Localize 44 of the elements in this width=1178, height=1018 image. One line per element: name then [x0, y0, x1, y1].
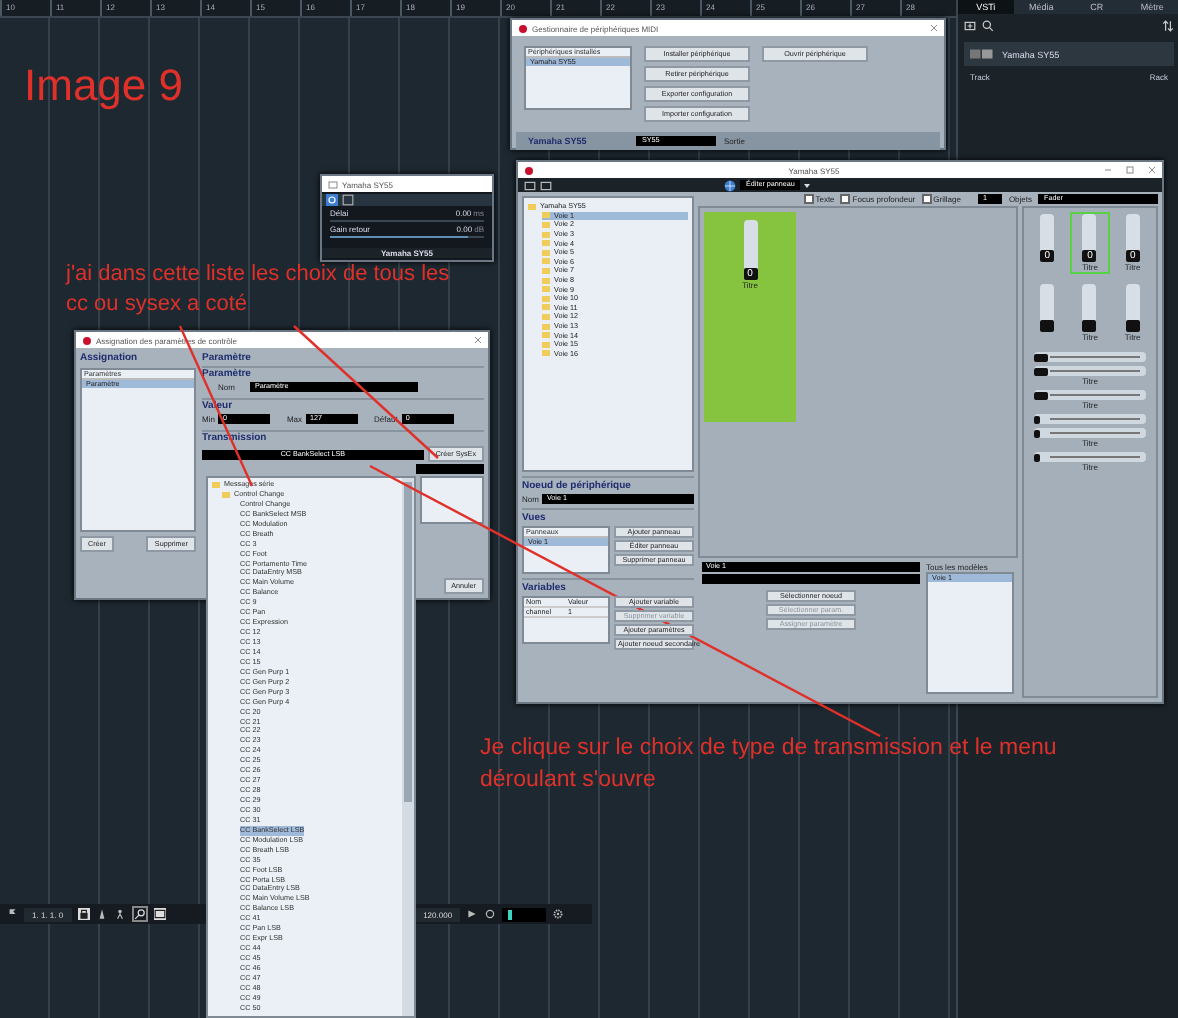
app-logo-icon: [524, 165, 534, 175]
checkbox[interactable]: [840, 194, 851, 204]
parameter-field[interactable]: [702, 574, 920, 584]
window-icon: [328, 179, 338, 189]
annotation-text: j'ai dans cette liste les choix de tous les cc ou sysex a coté: [66, 260, 452, 321]
fader-handle[interactable]: [1040, 320, 1055, 332]
add-track-icon[interactable]: [964, 20, 976, 32]
close-icon[interactable]: [474, 336, 482, 344]
lock-icon[interactable]: [77, 908, 90, 920]
data-list: [420, 476, 484, 524]
data-field[interactable]: [416, 464, 484, 474]
fader[interactable]: [1125, 284, 1140, 332]
close-icon[interactable]: [1148, 166, 1156, 174]
marker-icon[interactable]: [6, 908, 18, 920]
gear-icon[interactable]: [552, 908, 565, 920]
horizontal-fader[interactable]: [1034, 390, 1146, 400]
checkbox[interactable]: [803, 194, 814, 204]
grid-icon[interactable]: [342, 194, 354, 206]
annotation-text: Je clique sur le choix de type de transmission et le menu déroulant s'ouvre: [480, 734, 1059, 797]
globe-icon[interactable]: [724, 179, 736, 191]
fader-handle[interactable]: [1125, 320, 1140, 332]
level-meter: [502, 907, 547, 921]
fader[interactable]: [1040, 284, 1055, 332]
search-icon[interactable]: [982, 20, 994, 32]
settings-icon[interactable]: [326, 194, 338, 206]
app-logo-icon: [518, 23, 528, 33]
arrows-icon[interactable]: [1162, 20, 1174, 32]
caret-icon[interactable]: [804, 183, 811, 187]
horizontal-fader[interactable]: [1034, 414, 1146, 424]
horizontal-fader[interactable]: [1034, 352, 1146, 362]
instrument-icon: [970, 48, 994, 60]
horizontal-fader[interactable]: [1034, 452, 1146, 462]
fader[interactable]: [1082, 284, 1097, 332]
annotation-title: Image 9: [24, 60, 183, 112]
app-logo-icon: [82, 335, 92, 345]
fader-handle[interactable]: [1082, 320, 1097, 332]
window-icon[interactable]: [153, 908, 166, 920]
figure-icon[interactable]: [113, 908, 126, 920]
checkbox[interactable]: [921, 194, 932, 204]
horizontal-fader[interactable]: [1034, 366, 1146, 376]
search-icon[interactable]: [131, 906, 148, 922]
horizontal-fader[interactable]: [1034, 428, 1146, 438]
close-icon[interactable]: [930, 24, 938, 32]
scrollbar[interactable]: [402, 478, 414, 1016]
